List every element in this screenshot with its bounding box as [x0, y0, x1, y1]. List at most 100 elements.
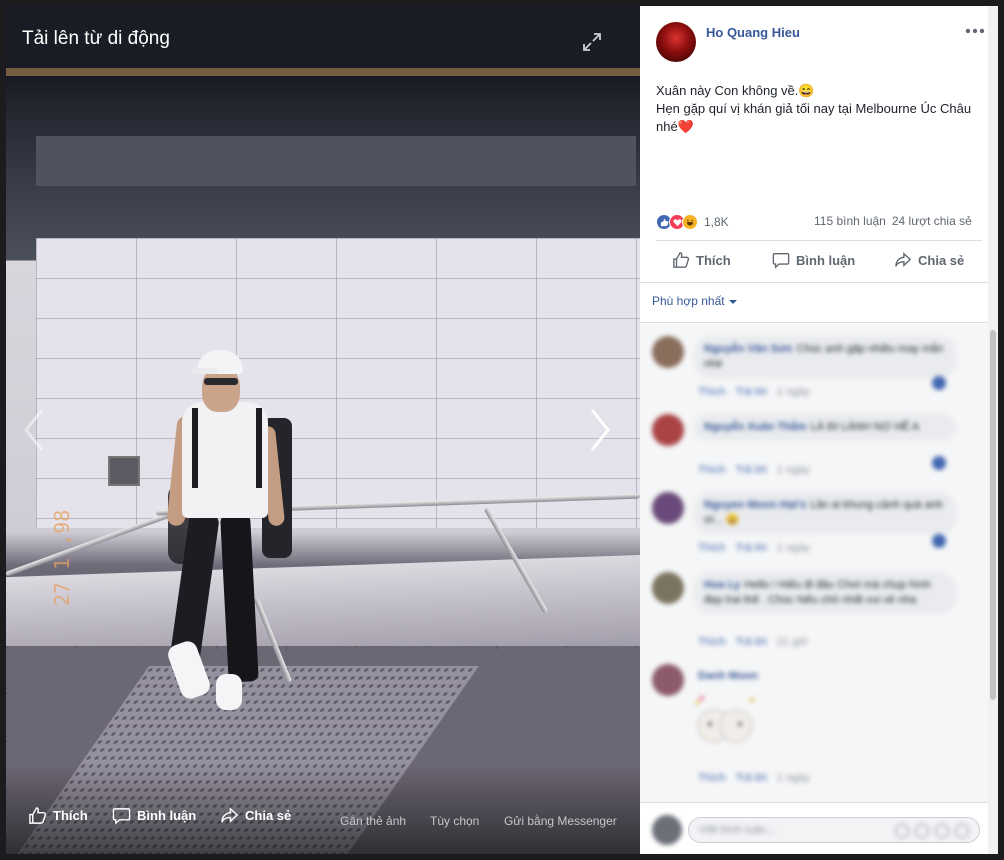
- commenter-avatar[interactable]: [652, 336, 684, 368]
- comment-like-badge-icon: [932, 376, 946, 390]
- post-text: Xuân này Con không về.😄 Hẹn gặp quí vị k…: [656, 82, 986, 136]
- comment-like-link[interactable]: Thích: [698, 772, 726, 784]
- divider: [656, 240, 982, 241]
- comment-time: 21 giờ: [776, 636, 808, 648]
- post-like-button[interactable]: Thích: [672, 251, 731, 269]
- previous-photo-chevron-icon[interactable]: [20, 406, 48, 454]
- author-name[interactable]: Ho Quang Hieu: [706, 25, 800, 40]
- commenter-name[interactable]: Danh Moon: [698, 670, 758, 682]
- photo-person-cap-brim: [192, 368, 218, 374]
- thumbs-up-icon: [673, 252, 690, 268]
- expand-icon[interactable]: [582, 32, 602, 52]
- commenter-avatar[interactable]: [652, 414, 684, 446]
- commenter-name[interactable]: Nguyễn Văn Sơn: [704, 343, 793, 355]
- sticker-icon[interactable]: [955, 824, 969, 838]
- post-share-button[interactable]: Chia sẻ: [894, 251, 964, 269]
- comment-like-link[interactable]: Thích: [698, 636, 726, 648]
- commenter-name-wrap: Danh Moon: [698, 670, 762, 682]
- share-arrow-icon: [221, 807, 239, 823]
- comment-time: 1 ngày: [776, 542, 810, 554]
- author-avatar[interactable]: [656, 22, 696, 62]
- photo-person-shoe: [216, 674, 242, 710]
- panel-scrollbar-thumb[interactable]: [990, 330, 996, 700]
- comment-meta: Thích Trả lời 1 ngày: [698, 772, 820, 784]
- options-link[interactable]: Tùy chọn: [430, 814, 479, 828]
- comment-time: 1 ngày: [776, 386, 810, 398]
- comment-like-link[interactable]: Thích: [698, 542, 726, 554]
- comment-like-link[interactable]: Thích: [698, 464, 726, 476]
- viewer-like-button[interactable]: Thích: [28, 806, 88, 825]
- comment-bubble: Nguyen Moon Hạt's Lần ai khung cảnh quá a…: [694, 492, 956, 534]
- viewer-share-label: Chia sẻ: [245, 808, 292, 823]
- post-panel: Ho Quang Hieu Xuân này Con không về.😄 Hẹ…: [640, 6, 998, 854]
- comment-composer: Viết bình luận...: [640, 802, 998, 854]
- viewer-top-gradient: [6, 6, 640, 96]
- comment-reply-link[interactable]: Trả lời: [736, 542, 767, 554]
- photo-viewer[interactable]: 27 1 ,98: [6, 6, 640, 854]
- commenter-avatar[interactable]: [652, 492, 684, 524]
- viewer-like-label: Thích: [53, 808, 88, 823]
- caret-down-icon: [728, 299, 737, 304]
- share-count-link[interactable]: 24 lượt chia sẻ: [892, 214, 972, 228]
- comment-meta: Thích Trả lời 1 ngày: [698, 464, 820, 476]
- comment-meta: Thích Trả lời 1 ngày: [698, 386, 820, 398]
- tag-photo-link[interactable]: Gắn thẻ ảnh: [340, 814, 406, 828]
- commenter-avatar[interactable]: [652, 572, 684, 604]
- comment-bubble: Hoa Ly Hello ! Hiếu đi đâu Chơi mà chụp h…: [694, 572, 956, 614]
- composer-icons: [895, 824, 969, 838]
- gif-icon[interactable]: [935, 824, 949, 838]
- comment-meta: Thích Trả lời 21 giờ: [698, 636, 818, 648]
- post-comment-label: Bình luận: [796, 252, 856, 268]
- comment-like-badge-icon: [932, 534, 946, 548]
- comment-input[interactable]: Viết bình luận...: [688, 817, 980, 843]
- comment-reply-link[interactable]: Trả lời: [736, 464, 767, 476]
- sticker-image: [695, 696, 755, 743]
- emoji-icon[interactable]: [895, 824, 909, 838]
- photo-plaque: [108, 456, 140, 486]
- post-share-label: Chia sẻ: [918, 252, 965, 268]
- reaction-count: 1,8K: [704, 215, 729, 229]
- comment-icon: [112, 808, 131, 825]
- reaction-summary[interactable]: 1,8K: [656, 212, 729, 232]
- comment-time: 1 ngày: [776, 464, 810, 476]
- comment-meta: Thích Trả lời 1 ngày: [698, 542, 820, 554]
- commenter-name[interactable]: Nguyễn Xuân Thắm: [704, 421, 807, 433]
- commenter-name[interactable]: Nguyen Moon Hạt's: [704, 499, 806, 511]
- current-user-avatar: [652, 815, 682, 845]
- viewer-title: Tải lên từ di động: [22, 28, 170, 49]
- next-photo-chevron-icon[interactable]: [586, 406, 614, 454]
- send-in-messenger-link[interactable]: Gửi bằng Messenger: [504, 814, 617, 828]
- thumbs-up-icon: [29, 807, 46, 824]
- comment-reply-link[interactable]: Trả lời: [736, 386, 767, 398]
- comment-text: LÀ ĐI LÀNH NỢ HẾ A: [810, 421, 920, 433]
- comments-list: Nguyễn Văn Sơn Chúc anh gặp nhiều may mắn…: [640, 324, 998, 802]
- comment-bubble: Nguyễn Văn Sơn Chúc anh gặp nhiều may mắn…: [694, 336, 956, 378]
- commenter-name[interactable]: Hoa Ly: [704, 579, 740, 591]
- divider: [640, 322, 998, 323]
- viewer-share-button[interactable]: Chia sẻ: [220, 806, 291, 825]
- comment-sort-dropdown[interactable]: Phù hợp nhất: [652, 294, 737, 308]
- comment-time: 1 ngày: [776, 772, 810, 784]
- comment-reply-link[interactable]: Trả lời: [736, 772, 767, 784]
- divider: [640, 282, 998, 283]
- comment-input-placeholder: Viết bình luận...: [699, 824, 776, 836]
- viewer-comment-label: Bình luận: [137, 808, 197, 823]
- comment-bubble: Nguyễn Xuân Thắm LÀ ĐI LÀNH NỢ HẾ A: [694, 414, 956, 441]
- comment-reply-link[interactable]: Trả lời: [736, 636, 767, 648]
- share-arrow-icon: [895, 252, 912, 267]
- post-comment-button[interactable]: Bình luận: [772, 251, 855, 269]
- photo-date-stamp: 27 1 ,98: [50, 509, 74, 606]
- more-options-icon[interactable]: [964, 26, 986, 36]
- comment-sort-label: Phù hợp nhất: [652, 294, 725, 308]
- comment-count-link[interactable]: 115 bình luận: [814, 214, 886, 228]
- commenter-avatar[interactable]: [652, 664, 684, 696]
- viewer-comment-button[interactable]: Bình luận: [112, 806, 196, 825]
- photo-backpack-strap: [256, 408, 262, 488]
- comment-icon: [772, 253, 790, 269]
- post-text-line: Xuân này Con không về.😄: [656, 83, 815, 98]
- photo-backpack-strap: [192, 408, 198, 488]
- comment-like-link[interactable]: Thích: [698, 386, 726, 398]
- engagement-counts: 115 bình luận 24 lượt chia sẻ: [814, 214, 972, 228]
- camera-icon[interactable]: [915, 824, 929, 838]
- photo-beam: [36, 136, 636, 186]
